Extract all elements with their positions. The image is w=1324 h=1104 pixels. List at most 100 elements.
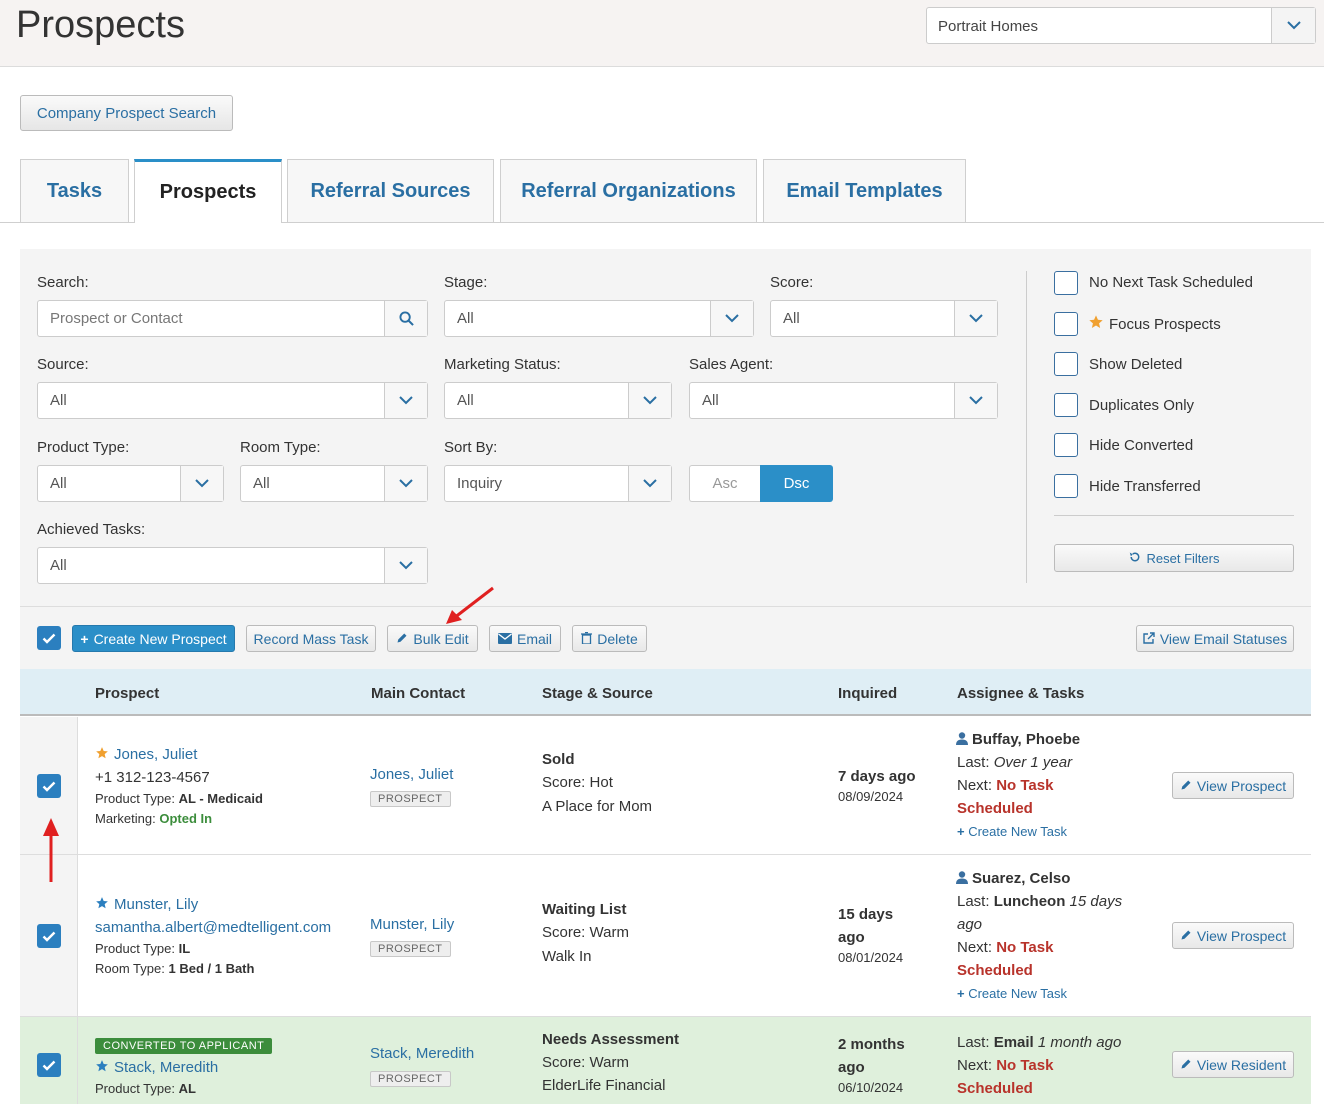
- next-task-text: Next: No Task: [957, 777, 1054, 794]
- marketing-status-value: All: [457, 392, 474, 409]
- pencil-icon: [1180, 778, 1192, 794]
- score-text: Score: Hot: [542, 774, 613, 791]
- view-prospect-button[interactable]: View Prospect: [1172, 772, 1294, 799]
- company-prospect-search-button[interactable]: Company Prospect Search: [20, 95, 233, 131]
- chevron-down-icon: [628, 466, 671, 501]
- tab-referral-organizations[interactable]: Referral Organizations: [500, 159, 757, 222]
- stage-text: Needs Assessment: [542, 1031, 680, 1048]
- source-text: A Place for Mom: [542, 798, 653, 815]
- product-type-select[interactable]: All: [37, 465, 224, 502]
- star-icon: [95, 896, 109, 913]
- sort-asc-button[interactable]: Asc: [689, 465, 760, 502]
- create-new-prospect-button[interactable]: + Create New Prospect: [72, 625, 235, 652]
- plus-icon: +: [80, 630, 89, 647]
- tab-email-templates[interactable]: Email Templates: [763, 159, 966, 222]
- email-button[interactable]: Email: [489, 625, 561, 652]
- row-checkbox[interactable]: [37, 1053, 61, 1077]
- no-next-task-checkbox[interactable]: [1054, 271, 1078, 295]
- row-checkbox[interactable]: [37, 924, 61, 948]
- marketing-status-select[interactable]: All: [444, 382, 672, 419]
- column-prospect[interactable]: Prospect: [95, 685, 159, 702]
- star-icon: [95, 746, 109, 763]
- pencil-icon: [1180, 1057, 1192, 1073]
- external-link-icon: [1143, 631, 1155, 647]
- score-text: Score: Warm: [542, 1054, 629, 1071]
- room-type-text: Room Type: 1 Bed / 1 Bath: [95, 961, 255, 976]
- focus-prospects-checkbox[interactable]: [1054, 312, 1078, 336]
- filter-divider-horizontal: [1054, 515, 1294, 516]
- prospect-name-link[interactable]: Munster, Lily: [114, 896, 198, 913]
- prospect-email-link[interactable]: samantha.albert@medtelligent.com: [95, 919, 331, 936]
- sales-agent-label: Sales Agent:: [689, 356, 774, 373]
- last-task-text: Last: Luncheon 15 days: [957, 893, 1123, 910]
- search-input[interactable]: Prospect or Contact: [37, 300, 428, 337]
- delete-button[interactable]: Delete: [572, 625, 647, 652]
- filter-divider: [1026, 271, 1027, 583]
- create-new-task-link[interactable]: + Create New Task: [957, 986, 1067, 1001]
- sales-agent-select[interactable]: All: [689, 382, 998, 419]
- view-email-statuses-button[interactable]: View Email Statuses: [1136, 625, 1294, 652]
- chevron-down-icon: [628, 383, 671, 418]
- undo-icon: [1129, 551, 1141, 566]
- hide-transferred-checkbox[interactable]: [1054, 474, 1078, 498]
- search-icon[interactable]: [384, 301, 427, 336]
- main-contact-link[interactable]: Munster, Lily: [370, 916, 454, 933]
- source-text: ElderLife Financial: [542, 1077, 666, 1094]
- next-task-scheduled: Scheduled: [957, 962, 1033, 979]
- column-stage-source[interactable]: Stage & Source: [542, 685, 653, 702]
- email-label: Email: [516, 630, 552, 647]
- room-type-select[interactable]: All: [240, 465, 428, 502]
- next-task-scheduled: Scheduled: [957, 1080, 1033, 1097]
- bulk-edit-button[interactable]: Bulk Edit: [387, 625, 478, 652]
- tab-referral-sources[interactable]: Referral Sources: [287, 159, 494, 222]
- chevron-down-icon[interactable]: [1271, 8, 1315, 43]
- tab-tasks[interactable]: Tasks: [20, 159, 129, 222]
- column-inquired[interactable]: Inquired: [838, 685, 897, 702]
- sort-by-select[interactable]: Inquiry: [444, 465, 672, 502]
- inquired-relative: 7 days ago: [838, 768, 916, 785]
- source-select[interactable]: All: [37, 382, 428, 419]
- reset-filters-button[interactable]: Reset Filters: [1054, 544, 1294, 572]
- sort-by-value: Inquiry: [457, 475, 503, 492]
- next-task-text: Next: No Task: [957, 1057, 1054, 1074]
- view-prospect-button[interactable]: View Prospect: [1172, 922, 1294, 949]
- main-contact-link[interactable]: Jones, Juliet: [370, 766, 453, 783]
- prospect-name-link[interactable]: Stack, Meredith: [114, 1059, 218, 1076]
- inquired-relative-suffix: ago: [838, 1059, 865, 1076]
- prospect-name-link[interactable]: Jones, Juliet: [114, 746, 197, 763]
- sort-direction-toggle: Asc Dsc: [689, 465, 833, 502]
- contact-type-badge: PROSPECT: [370, 941, 451, 957]
- hide-converted-checkbox[interactable]: [1054, 433, 1078, 457]
- chevron-down-icon: [384, 383, 427, 418]
- duplicates-only-checkbox[interactable]: [1054, 393, 1078, 417]
- room-type-label: Room Type:: [240, 439, 321, 456]
- show-deleted-checkbox[interactable]: [1054, 352, 1078, 376]
- product-type-value: All: [50, 475, 67, 492]
- inquired-relative-suffix: ago: [838, 929, 865, 946]
- view-email-statuses-label: View Email Statuses: [1159, 630, 1288, 647]
- record-mass-task-button[interactable]: Record Mass Task: [246, 625, 376, 652]
- select-all-checkbox[interactable]: [37, 626, 61, 650]
- row-checkbox[interactable]: [37, 774, 61, 798]
- contact-type-badge: PROSPECT: [370, 1071, 451, 1087]
- view-resident-button[interactable]: View Resident: [1172, 1051, 1294, 1078]
- sort-dsc-button[interactable]: Dsc: [760, 465, 833, 502]
- stage-select[interactable]: All: [444, 300, 754, 337]
- achieved-tasks-select[interactable]: All: [37, 547, 428, 584]
- no-next-task-label: No Next Task Scheduled: [1089, 274, 1253, 291]
- hide-transferred-label: Hide Transferred: [1089, 478, 1201, 495]
- tab-prospects[interactable]: Prospects: [134, 159, 282, 223]
- delete-label: Delete: [597, 630, 638, 647]
- company-select[interactable]: Portrait Homes: [926, 7, 1316, 44]
- pencil-icon: [1180, 928, 1192, 944]
- view-resident-label: View Resident: [1196, 1056, 1287, 1073]
- column-main-contact[interactable]: Main Contact: [371, 685, 465, 702]
- hide-converted-label: Hide Converted: [1089, 437, 1194, 454]
- inquired-relative: 2 months: [838, 1036, 905, 1053]
- create-new-task-link[interactable]: + Create New Task: [957, 824, 1067, 839]
- score-select[interactable]: All: [770, 300, 998, 337]
- chevron-down-icon: [384, 548, 427, 583]
- main-contact-link[interactable]: Stack, Meredith: [370, 1045, 474, 1062]
- column-assignee-tasks[interactable]: Assignee & Tasks: [957, 685, 1084, 702]
- chevron-down-icon: [180, 466, 223, 501]
